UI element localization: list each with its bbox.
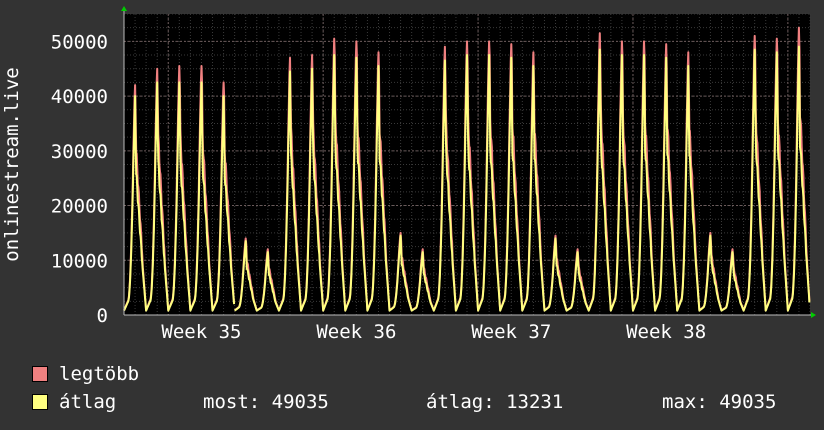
y-tick-label: 40000: [51, 86, 108, 108]
y-axis-arrow: [121, 6, 127, 11]
legend-max-swatch: [32, 366, 48, 382]
y-tick-label: 20000: [51, 196, 108, 218]
x-tick-label: Week 38: [626, 321, 706, 343]
legend-now-value: most: 49035: [203, 391, 329, 413]
legend-avg-swatch: [32, 394, 48, 410]
x-tick-label: Week 36: [316, 321, 396, 343]
chart-container: 0 10000 20000 30000 40000 50000 Week 35 Week 36…: [0, 0, 824, 430]
y-tick-label: 50000: [51, 31, 108, 53]
legend-max-label: legtöbb: [59, 363, 140, 385]
x-axis-arrow: [811, 312, 816, 318]
legend-max-value: max: 49035: [662, 391, 777, 413]
legend-avg-value: átlag: 13231: [426, 391, 564, 413]
y-tick-label: 0: [97, 305, 108, 327]
y-tick-label: 30000: [51, 141, 108, 163]
x-tick-label: Week 35: [161, 321, 241, 343]
x-tick-label: Week 37: [471, 321, 551, 343]
y-tick-label: 10000: [51, 250, 108, 272]
legend-avg-label: átlag: [59, 391, 117, 413]
y-axis-title: onlinestream.live: [1, 67, 23, 261]
